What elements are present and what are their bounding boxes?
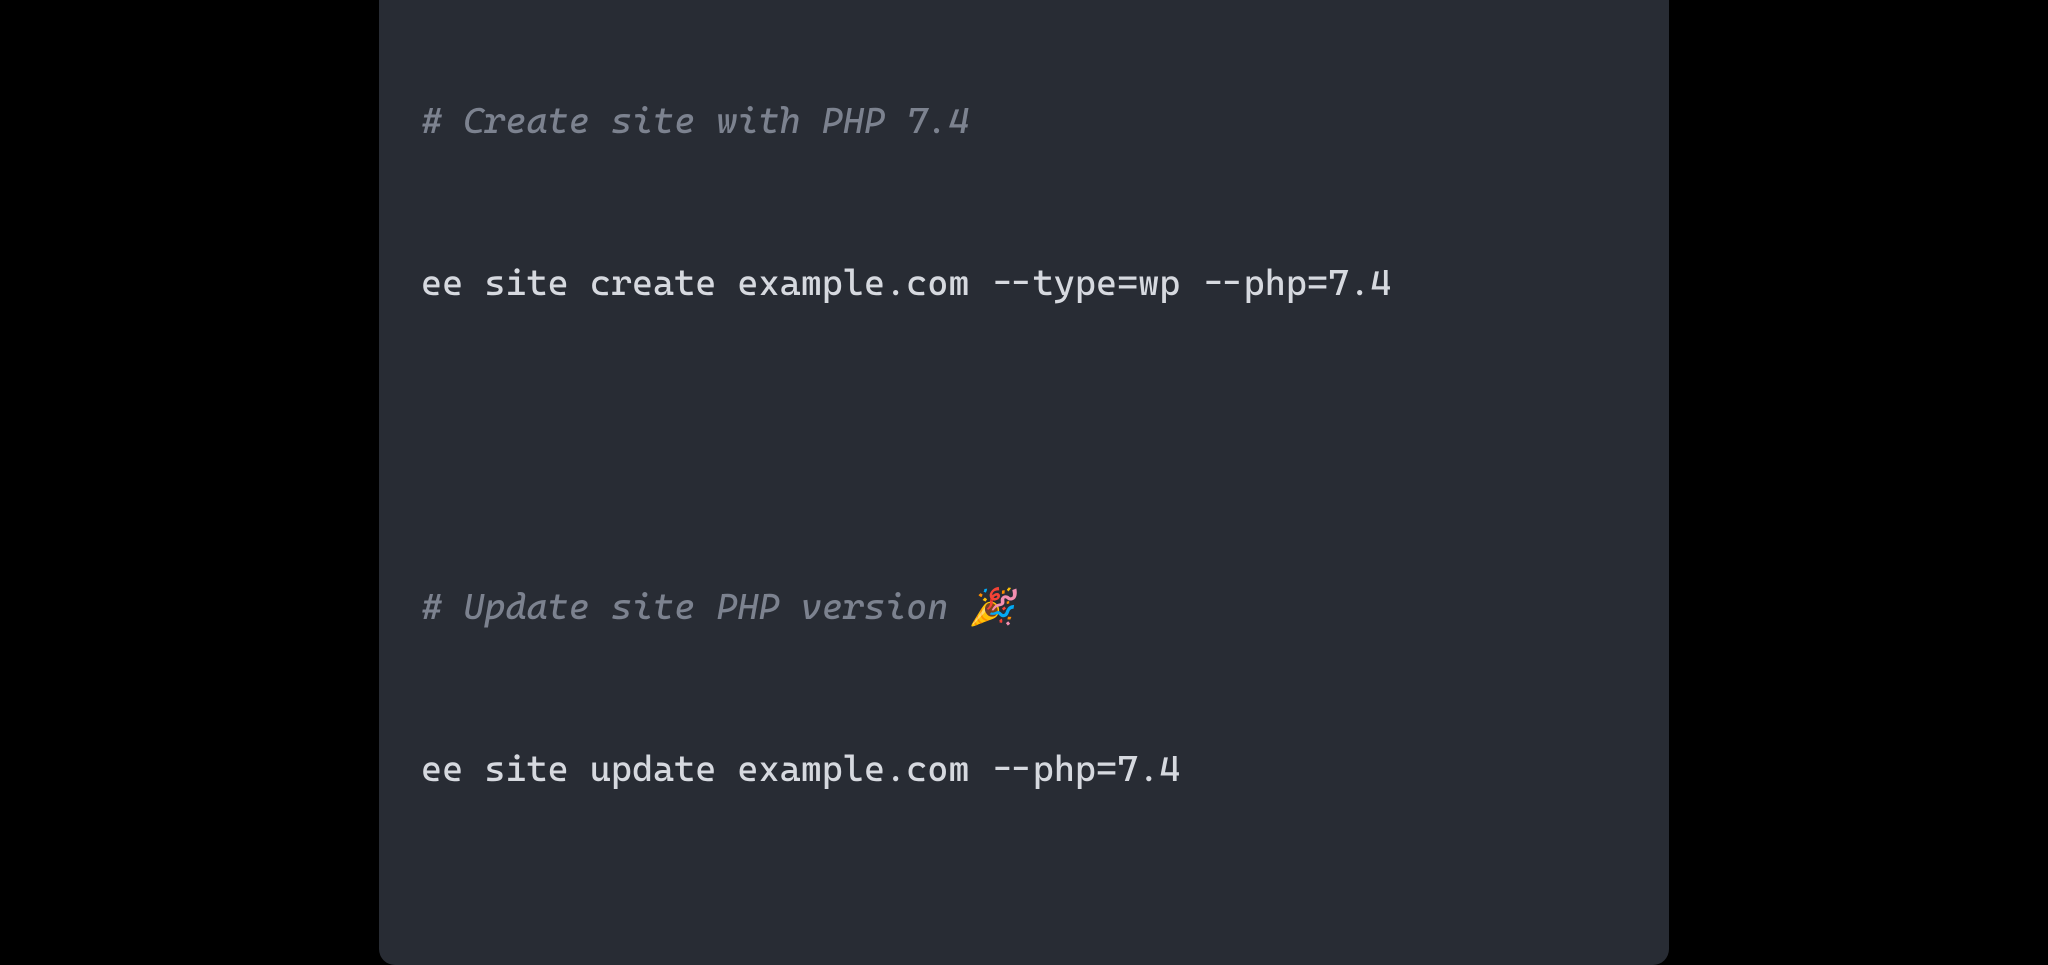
code-command: ee site create example.com --type=wp --p… bbox=[421, 257, 1627, 311]
terminal-body: # Create site with PHP 7.4 ee site creat… bbox=[379, 0, 1669, 965]
code-command: ee site update example.com --php=7.4 bbox=[421, 743, 1627, 797]
code-comment: # Create site with PHP 7.4 bbox=[421, 95, 1627, 149]
terminal-window: # Create site with PHP 7.4 ee site creat… bbox=[379, 0, 1669, 965]
blank-line bbox=[421, 419, 1627, 473]
code-comment: # Update site PHP version 🎉 bbox=[421, 581, 1627, 635]
